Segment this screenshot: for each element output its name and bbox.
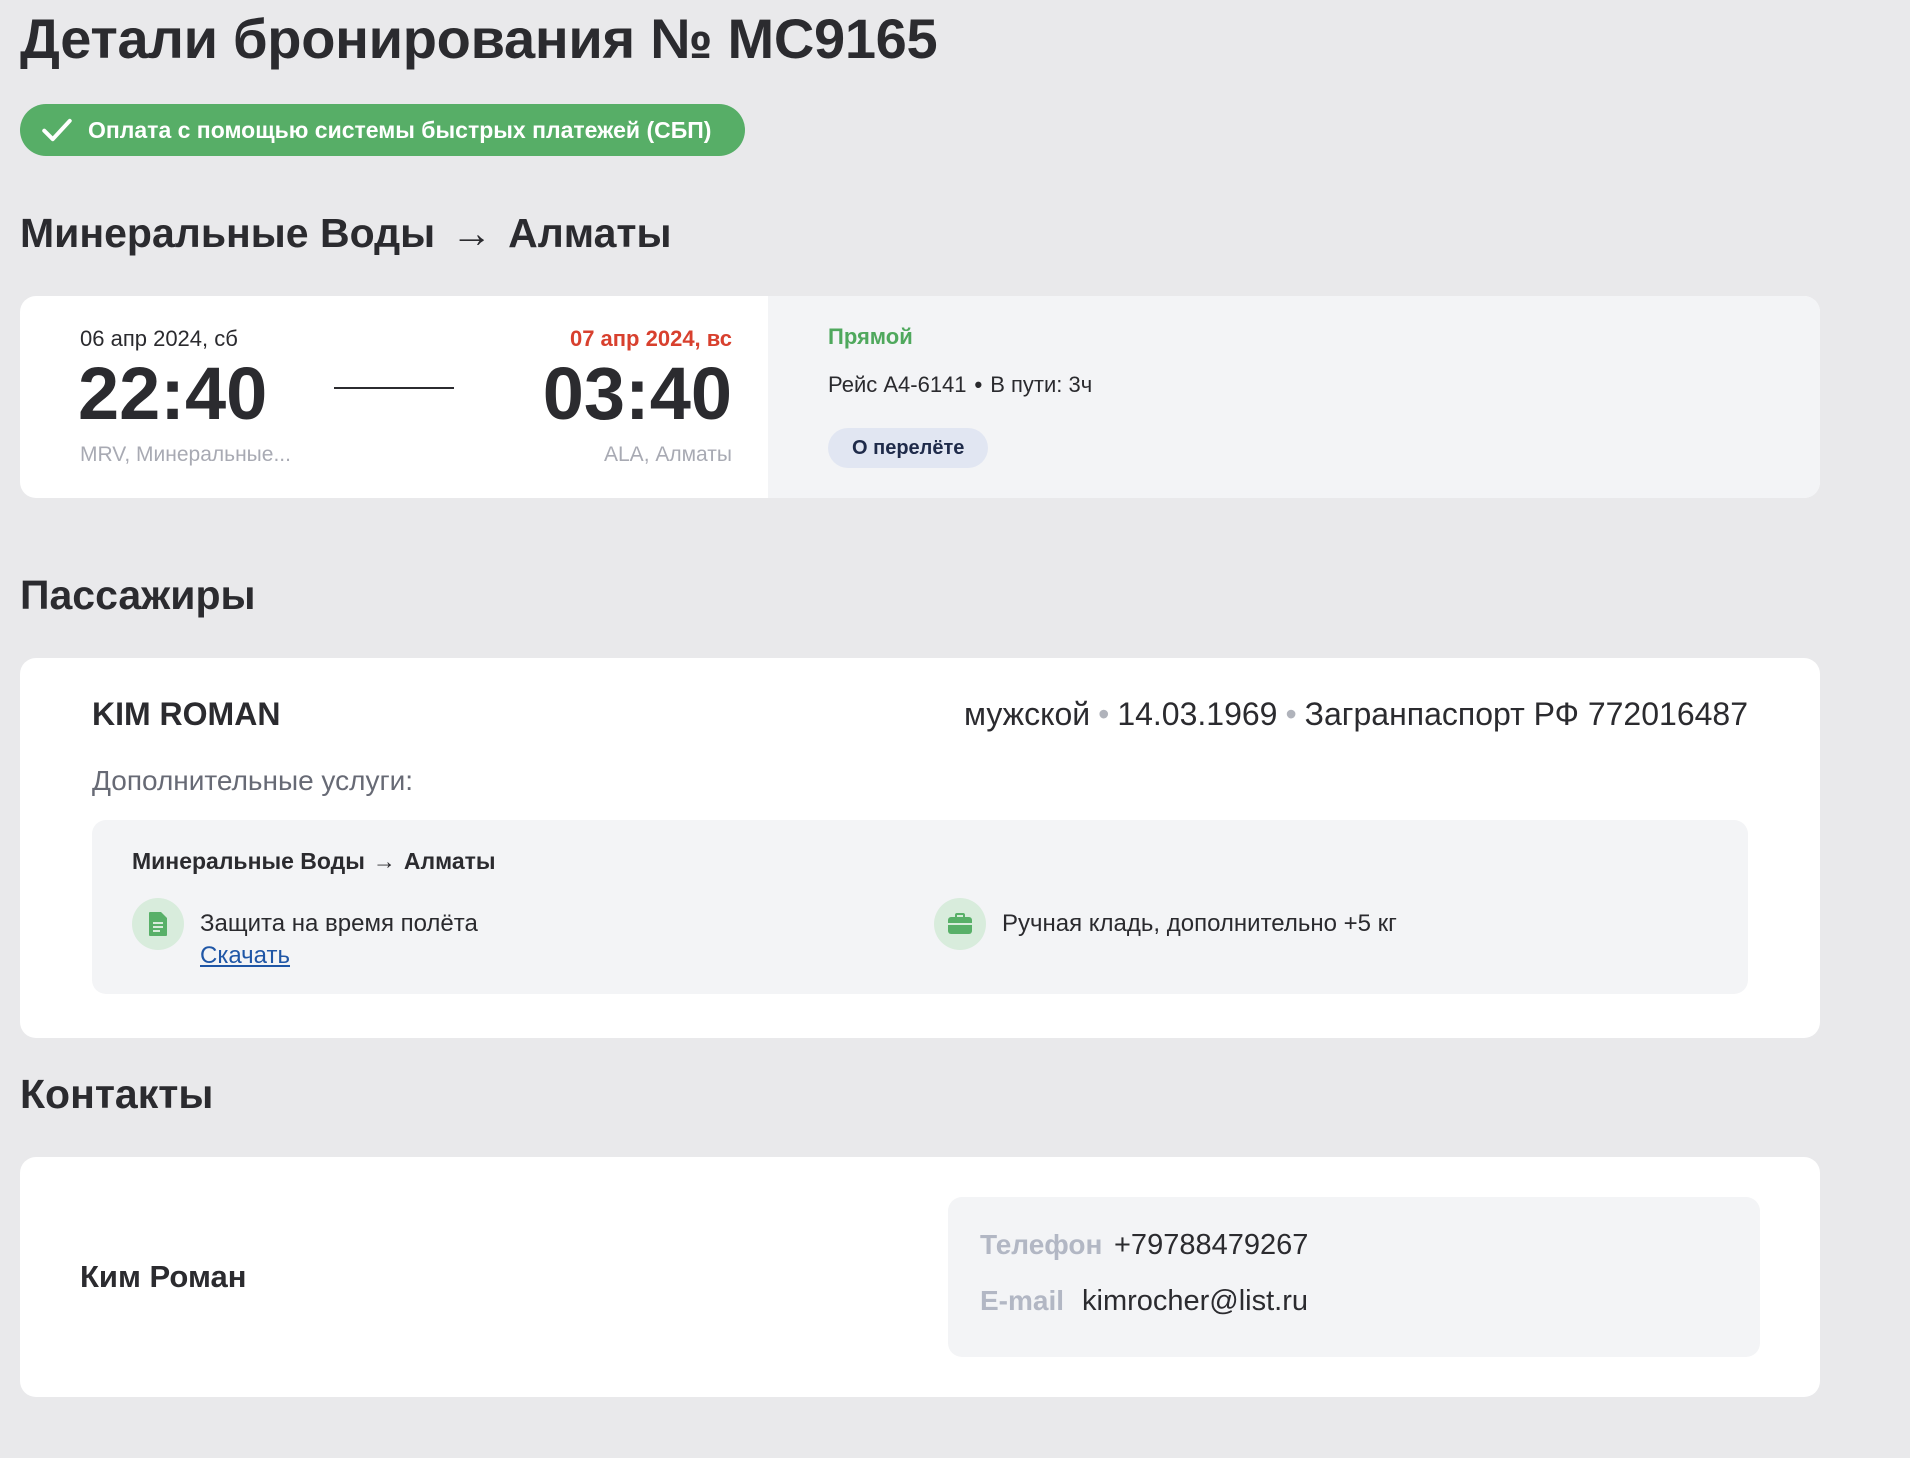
flight-details: Рейс A4-6141 • В пути: 3ч [828,372,1092,398]
passenger-birth-date: 14.03.1969 [1117,696,1278,732]
service-flight-protection: Защита на время полёта [200,910,478,937]
passenger-details-separator: • [1285,696,1297,732]
flight-number: Рейс A4-6141 [828,372,967,397]
services-route: Минеральные Воды → Алматы [132,848,496,875]
arrival-airport: ALA, Алматы [604,443,732,466]
departure-airport: MRV, Минеральные... [80,443,291,466]
about-flight-button[interactable]: О перелёте [828,428,989,468]
additional-services-box: Минеральные Воды → Алматы Защита на время … [92,820,1748,994]
contact-info-box: Телефон +79788479267 E-mail kimrocher@li… [948,1197,1760,1357]
route-from: Минеральные Воды [20,210,436,256]
passenger-details-separator: • [1098,696,1110,732]
flight-duration: В пути: 3ч [990,372,1093,397]
phone-value: +79788479267 [1114,1229,1309,1261]
services-route-to: Алматы [403,848,496,874]
flight-info-separator: • [974,372,983,397]
route-arrow: → [451,210,493,256]
contacts-section-title: Контакты [20,1071,214,1117]
document-icon [132,898,184,950]
passenger-card: KIM ROMAN мужской • 14.03.1969 • Загранпаспо… [20,658,1820,1038]
flight-card: 06 апр 2024, сб 07 апр 2024, вс 22:40 03… [20,296,1820,498]
download-link[interactable]: Скачать [200,942,290,970]
page-title: Детали бронирования № MC9165 [20,7,938,70]
passengers-section-title: Пассажиры [20,572,256,618]
checkmark-icon [42,118,72,142]
flight-line-divider [334,387,454,389]
payment-status-badge: Оплата с помощью системы быстрых платеже… [20,104,745,156]
route-title: Минеральные Воды → Алматы [20,210,672,257]
flight-type: Прямой [828,324,913,349]
contacts-card: Ким Роман Телефон +79788479267 E-mail ki… [20,1157,1820,1397]
arrival-time: 03:40 [542,352,732,435]
passenger-details: мужской • 14.03.1969 • Загранпаспорт РФ 7720… [964,696,1748,733]
passenger-name: KIM ROMAN [92,696,281,732]
services-route-arrow: → [372,848,396,874]
briefcase-icon [934,898,986,950]
email-label: E-mail [980,1285,1065,1316]
services-route-from: Минеральные Воды [132,848,365,874]
service-extra-baggage: Ручная кладь, дополнительно +5 кг [1002,910,1397,937]
payment-status-label: Оплата с помощью системы быстрых платеже… [88,116,712,143]
flight-info-panel: Прямой Рейс A4-6141 • В пути: 3ч О перелёт… [768,296,1820,498]
contact-name: Ким Роман [80,1259,247,1294]
departure-date: 06 апр 2024, сб [80,326,238,351]
passenger-gender: мужской [963,696,1091,732]
additional-services-label: Дополнительные услуги: [92,765,414,796]
phone-label: Телефон [980,1229,1103,1260]
departure-time: 22:40 [78,352,268,435]
route-to: Алматы [508,210,672,256]
email-value: kimrocher@list.ru [1082,1285,1309,1317]
passenger-document: Загранпаспорт РФ 772016487 [1304,696,1748,732]
arrival-date: 07 апр 2024, вс [569,326,732,351]
